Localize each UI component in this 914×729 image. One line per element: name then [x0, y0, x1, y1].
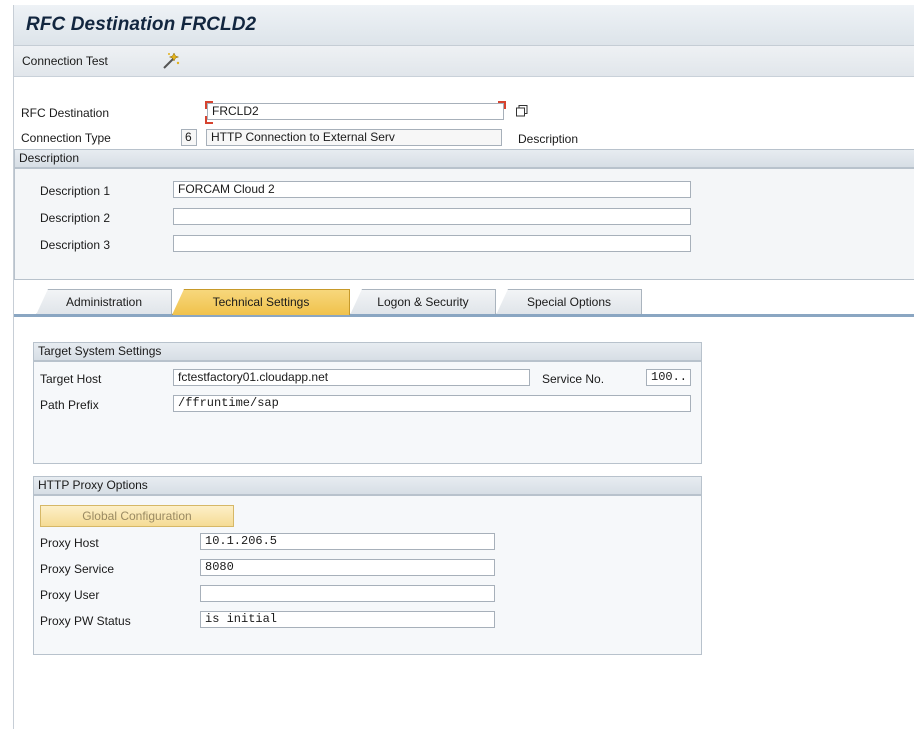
description-link[interactable]: Description	[518, 132, 578, 146]
proxy-user-field[interactable]	[200, 585, 495, 602]
proxy-user-label: Proxy User	[40, 588, 100, 602]
rfc-destination-field[interactable]: FRCLD2	[207, 103, 504, 120]
tab-logon-security[interactable]: Logon & Security	[350, 289, 496, 315]
target-host-label: Target Host	[40, 372, 102, 386]
connection-type-label: Connection Type	[21, 131, 111, 145]
application-toolbar: Connection Test	[14, 46, 914, 77]
tab-administration[interactable]: Administration	[36, 289, 172, 315]
required-marker	[498, 101, 506, 109]
rfc-destination-label: RFC Destination	[21, 106, 110, 120]
sap-window: RFC Destination FRCLD2 Connection Test R…	[13, 5, 914, 729]
connection-test-button[interactable]: Connection Test	[22, 54, 108, 68]
description-3-label: Description 3	[40, 238, 111, 252]
title-bar: RFC Destination FRCLD2	[14, 5, 914, 46]
proxy-pw-status-label: Proxy PW Status	[40, 614, 131, 628]
tab-technical-settings[interactable]: Technical Settings	[172, 289, 350, 315]
magic-wand-icon[interactable]	[160, 51, 182, 71]
tab-strip-line	[14, 314, 914, 317]
description-2-field[interactable]	[173, 208, 691, 225]
proxy-host-label: Proxy Host	[40, 536, 99, 550]
proxy-host-field[interactable]: 10.1.206.5	[200, 533, 495, 550]
connection-type-text-field: HTTP Connection to External Serv	[206, 129, 502, 146]
service-no-field[interactable]: 100..	[646, 369, 691, 386]
description-1-label: Description 1	[40, 184, 111, 198]
description-2-label: Description 2	[40, 211, 111, 225]
description-3-field[interactable]	[173, 235, 691, 252]
path-prefix-label: Path Prefix	[40, 398, 99, 412]
proxy-service-field[interactable]: 8080	[200, 559, 495, 576]
description-group-header: Description	[14, 149, 914, 168]
global-configuration-button[interactable]: Global Configuration	[40, 505, 234, 527]
target-host-field[interactable]: fctestfactory01.cloudapp.net	[173, 369, 530, 386]
copy-icon[interactable]	[516, 105, 528, 117]
proxy-group-header: HTTP Proxy Options	[33, 476, 702, 495]
required-marker	[205, 116, 213, 124]
description-1-field[interactable]: FORCAM Cloud 2	[173, 181, 691, 198]
path-prefix-field[interactable]: /ffruntime/sap	[173, 395, 691, 412]
required-marker	[205, 101, 213, 109]
target-system-group-header: Target System Settings	[33, 342, 702, 361]
proxy-service-label: Proxy Service	[40, 562, 115, 576]
connection-type-code-field[interactable]: 6	[181, 129, 197, 146]
tab-special-options[interactable]: Special Options	[496, 289, 642, 315]
service-no-label: Service No.	[542, 372, 605, 386]
page-title: RFC Destination FRCLD2	[26, 14, 257, 35]
proxy-pw-status-field: is initial	[200, 611, 495, 628]
